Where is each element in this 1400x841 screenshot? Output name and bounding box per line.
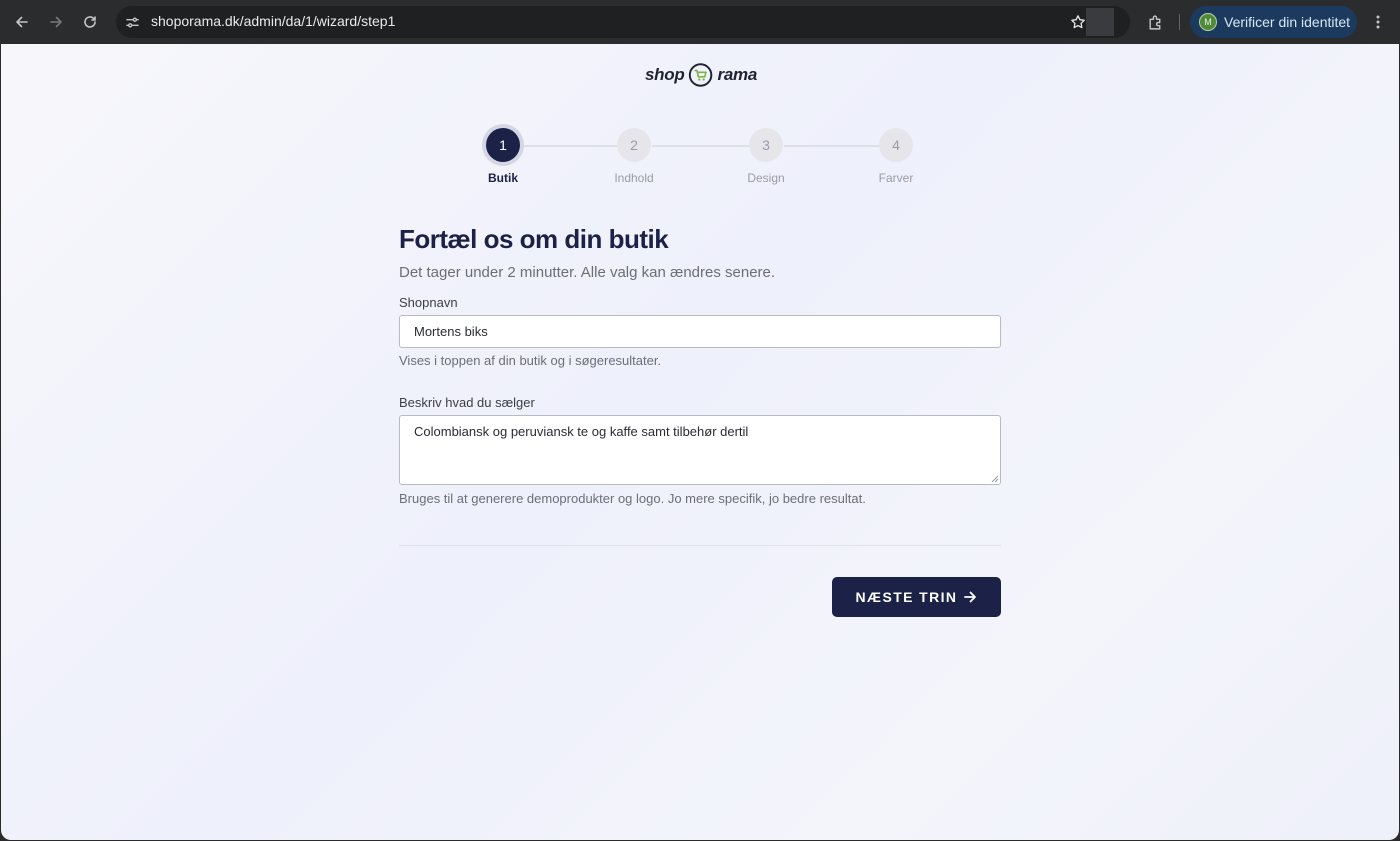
page-subtitle: Det tager under 2 minutter. Alle valg ka… [399, 264, 776, 281]
shoporama-logo[interactable]: shop rama [645, 60, 757, 90]
site-settings-icon[interactable] [122, 12, 142, 32]
description-textarea[interactable]: Colombiansk og peruviansk te og kaffe sa… [399, 415, 1001, 485]
step-indhold: 2 Indhold [594, 128, 674, 185]
step-butik[interactable]: 1 Butik [463, 128, 543, 185]
step-label: Farver [878, 171, 914, 185]
browser-menu-icon[interactable] [1368, 11, 1388, 33]
shop-name-hint: Vises i toppen af din butik og i søgeres… [399, 353, 662, 368]
resize-handle-icon[interactable] [991, 475, 999, 483]
form-divider [399, 545, 1001, 546]
step-design: 3 Design [726, 128, 806, 185]
arrow-right-icon [964, 591, 977, 603]
extensions-puzzle-icon[interactable] [1144, 11, 1166, 33]
description-hint: Bruges til at generere demoprodukter og … [399, 491, 866, 506]
bookmark-star-icon[interactable] [1068, 12, 1088, 32]
forward-icon[interactable] [44, 10, 68, 34]
step-label: Indhold [614, 171, 654, 185]
toolbar-divider [1179, 14, 1180, 30]
reload-icon[interactable] [78, 10, 102, 34]
profile-label: Verificer din identitet [1224, 14, 1351, 30]
logo-text-right: rama [717, 65, 758, 84]
extension-slot [1086, 8, 1114, 36]
next-step-label: NÆSTE TRIN [855, 589, 958, 605]
back-icon[interactable] [10, 10, 34, 34]
profile-avatar: M [1199, 13, 1217, 31]
step-label: Butik [488, 171, 518, 185]
step-number: 4 [879, 128, 913, 162]
logo-text-left: shop [645, 65, 685, 84]
shopping-cart-logo-icon [689, 63, 713, 87]
step-number: 3 [749, 128, 783, 162]
step-number: 1 [486, 128, 520, 162]
wizard-page: shop rama 1 Butik 2 Indhold 3 Design 4 F… [1, 44, 1399, 840]
page-title: Fortæl os om din butik [399, 224, 669, 254]
step-farver: 4 Farver [856, 128, 936, 185]
profile-button[interactable]: M Verificer din identitet [1190, 6, 1357, 38]
step-label: Design [747, 171, 785, 185]
address-url[interactable]: shoporama.dk/admin/da/1/wizard/step1 [151, 13, 395, 29]
step-number: 2 [617, 128, 651, 162]
next-step-button[interactable]: NÆSTE TRIN [832, 577, 1001, 617]
shop-name-input[interactable] [399, 315, 1001, 348]
browser-toolbar: shoporama.dk/admin/da/1/wizard/step1 M V… [0, 0, 1400, 44]
shop-name-label: Shopnavn [399, 295, 458, 310]
description-label: Beskriv hvad du sælger [399, 395, 535, 410]
